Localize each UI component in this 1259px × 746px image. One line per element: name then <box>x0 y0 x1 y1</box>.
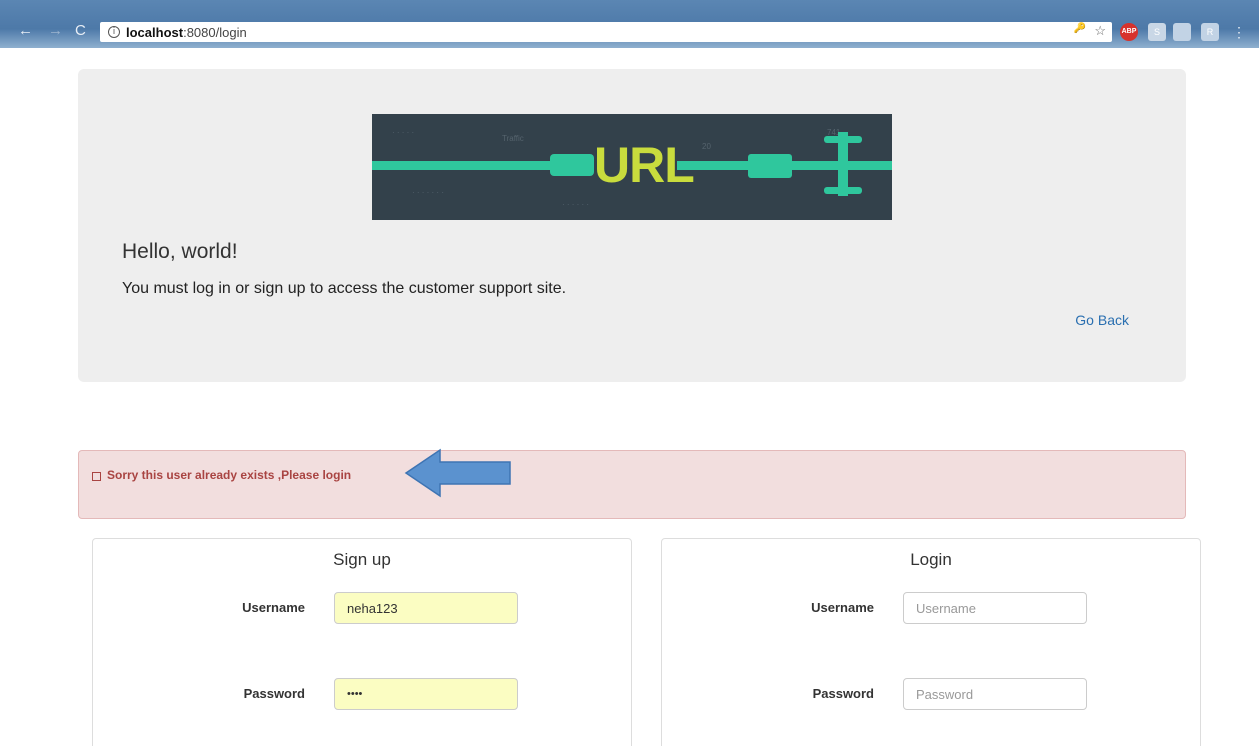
star-icon[interactable]: ☆ <box>1094 23 1106 39</box>
page-title: Hello, world! <box>122 240 238 263</box>
key-icon[interactable]: 🔑 <box>1074 23 1086 39</box>
signup-username-label: Username <box>242 600 305 615</box>
login-password-label: Password <box>812 686 874 701</box>
login-username-input[interactable] <box>903 592 1087 624</box>
page-content: · · · · · Traffic 20 741 · · · · · · · ·… <box>12 48 1251 746</box>
go-back-link[interactable]: Go Back <box>1075 312 1129 328</box>
jumbotron: · · · · · Traffic 20 741 · · · · · · · ·… <box>78 69 1186 382</box>
login-username-label: Username <box>811 600 874 615</box>
back-arrow-icon[interactable]: ← <box>18 22 33 40</box>
browser-menu-icon[interactable]: ⋮ <box>1232 23 1246 41</box>
extension-s-icon[interactable]: S <box>1148 23 1166 41</box>
cast-icon[interactable] <box>1173 23 1191 41</box>
address-bar-actions: 🔑 ☆ <box>1074 23 1106 39</box>
url-banner-image: · · · · · Traffic 20 741 · · · · · · · ·… <box>372 114 892 220</box>
signup-username-input[interactable] <box>334 592 518 624</box>
signup-title: Sign up <box>333 550 391 569</box>
signup-password-input[interactable]: •••• <box>334 678 518 710</box>
adblock-icon[interactable]: ABP <box>1120 23 1138 41</box>
address-host: localhost <box>126 24 184 40</box>
lead-text: You must log in or sign up to access the… <box>122 280 567 297</box>
login-title: Login <box>910 550 952 569</box>
forward-arrow-icon[interactable]: → <box>48 22 63 40</box>
reload-icon[interactable]: C <box>75 22 86 40</box>
login-panel: Login Username Password <box>661 538 1201 746</box>
login-password-input[interactable] <box>903 678 1087 710</box>
alert-checkbox-icon <box>92 472 101 481</box>
extension-r-icon[interactable]: R <box>1201 23 1219 41</box>
banner-text: URL <box>594 137 695 193</box>
signup-password-label: Password <box>243 686 305 701</box>
address-path: :8080/login <box>183 24 247 40</box>
alert-message: Sorry this user already exists ,Please l… <box>107 468 352 482</box>
address-bar[interactable]: i localhost :8080/login 🔑 ☆ <box>100 22 1112 42</box>
browser-toolbar: ← → C i localhost :8080/login 🔑 ☆ ABP S … <box>0 0 1259 48</box>
error-alert: Sorry this user already exists ,Please l… <box>78 450 1186 519</box>
left-arrow-annotation-icon <box>404 448 511 498</box>
info-icon[interactable]: i <box>108 26 120 38</box>
signup-panel: Sign up Username Password •••• <box>92 538 632 746</box>
